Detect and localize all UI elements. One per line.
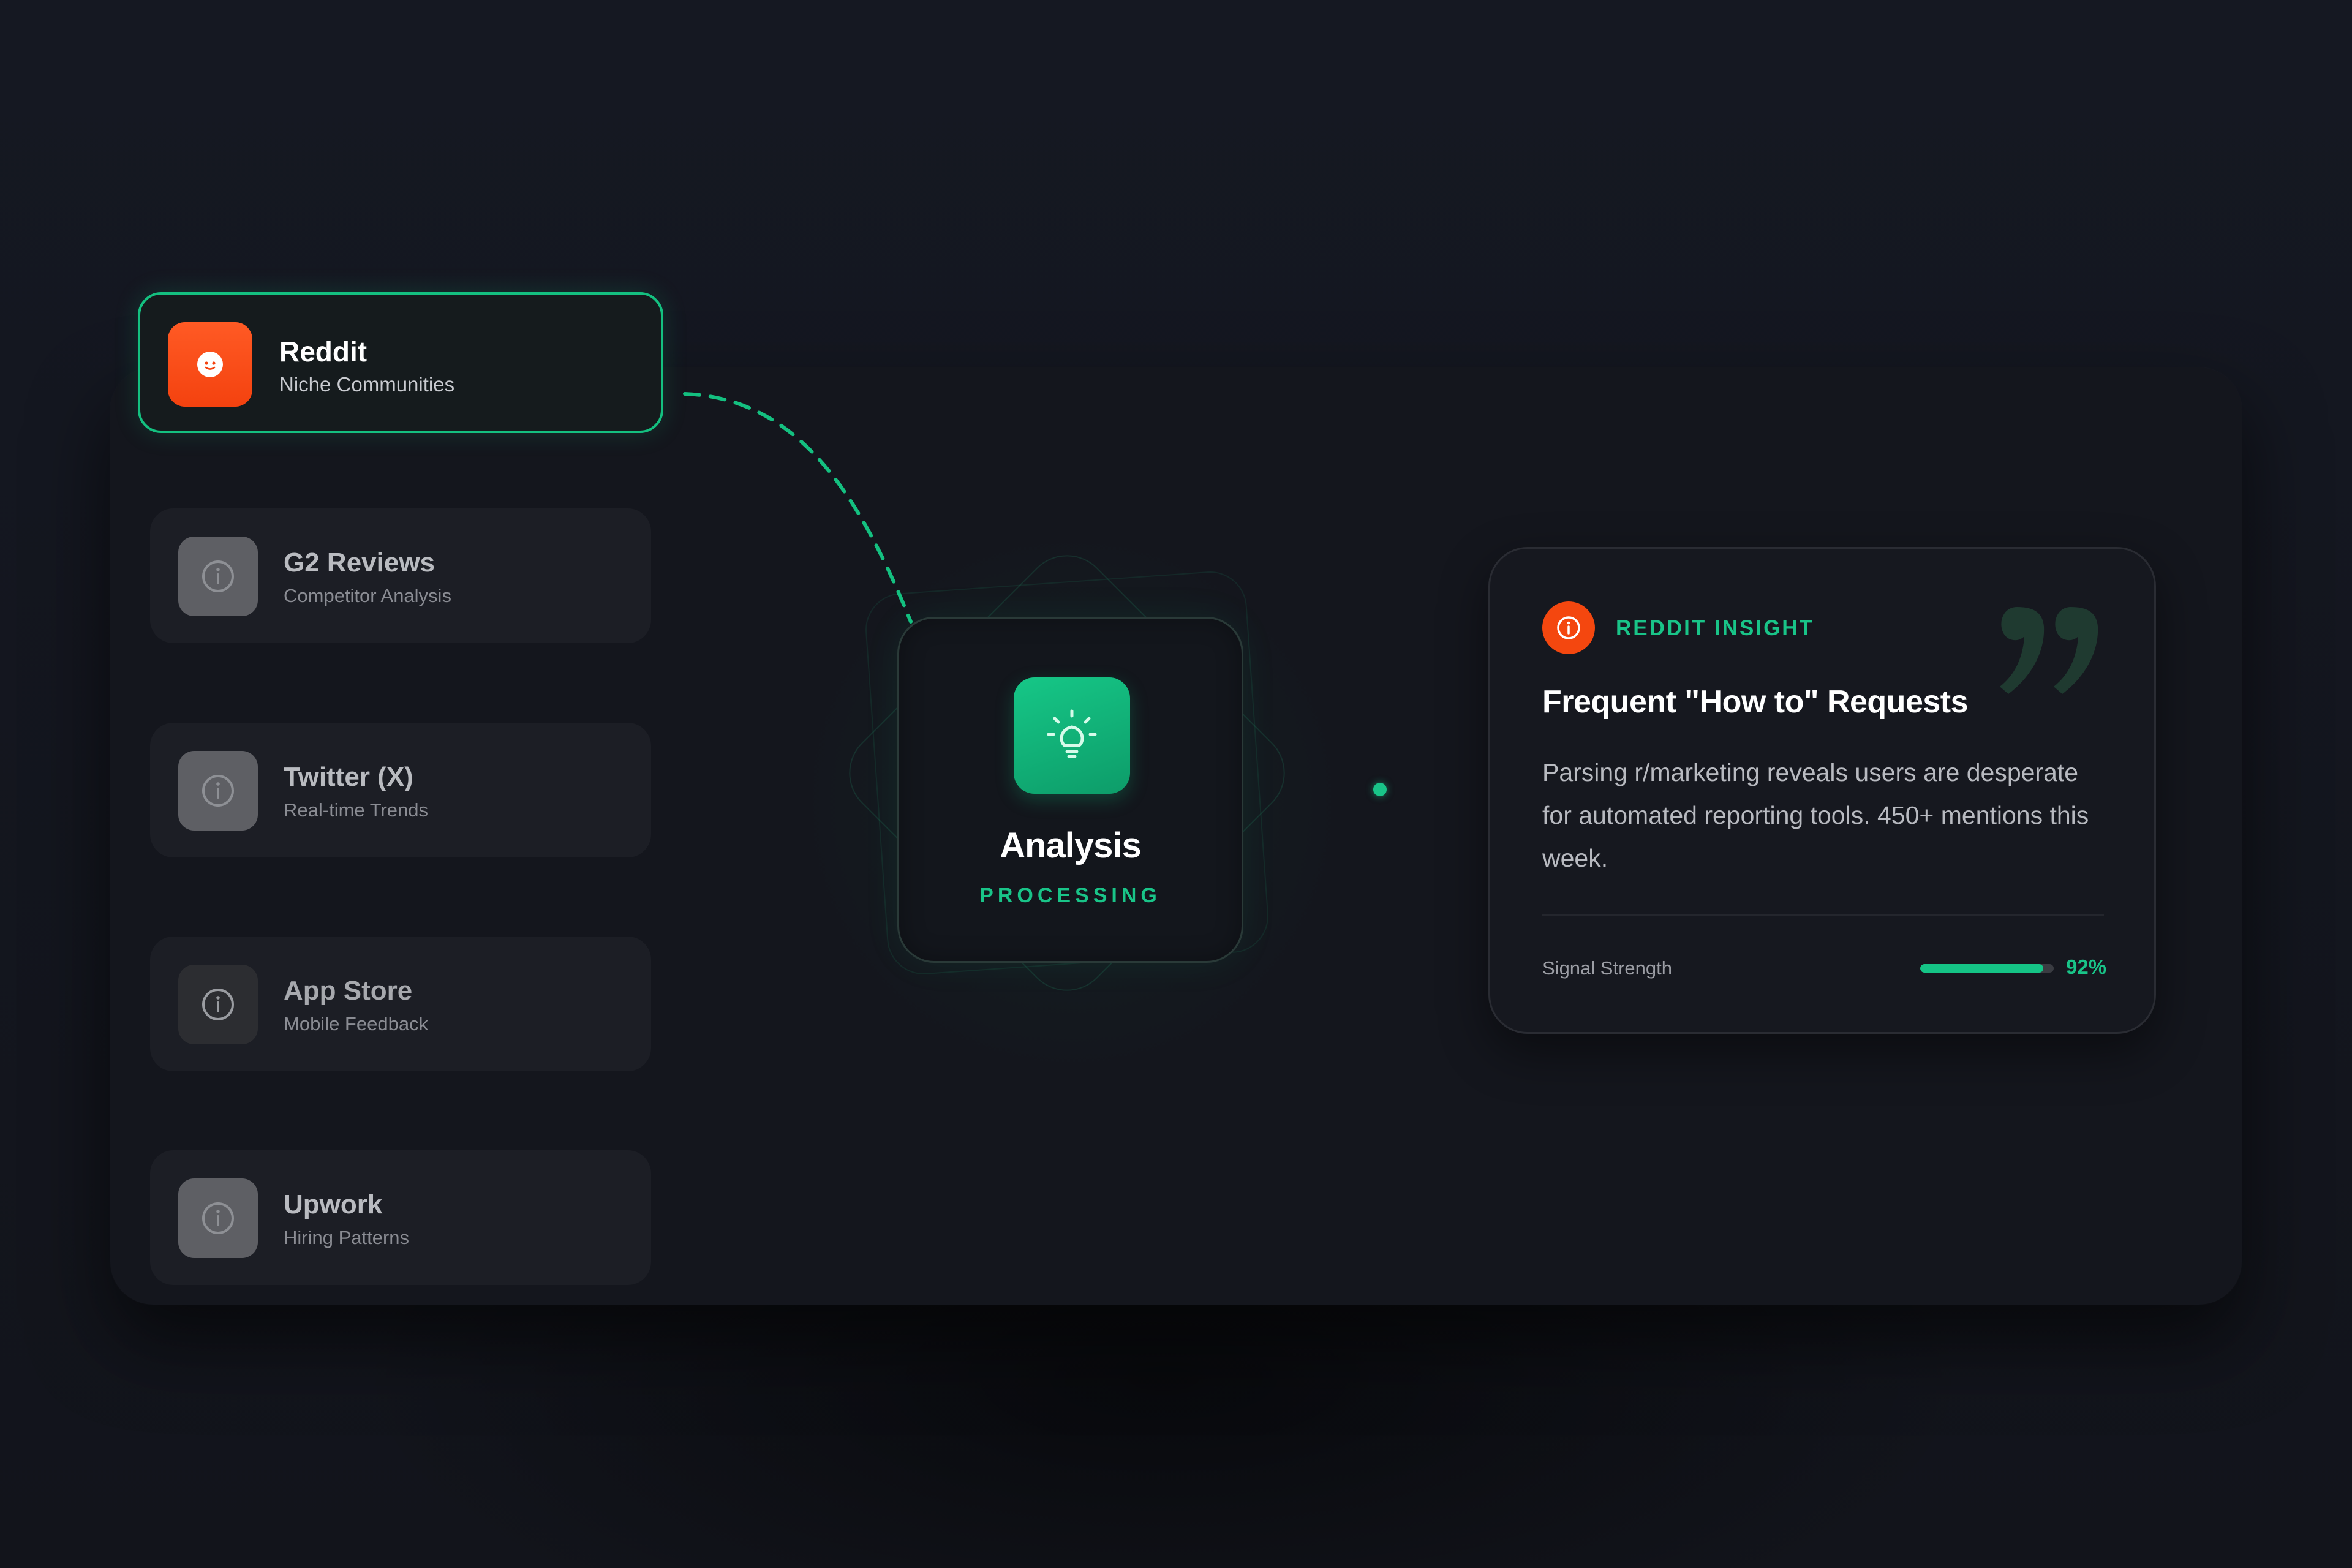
info-icon bbox=[178, 965, 258, 1044]
analysis-node[interactable]: Analysis PROCESSING bbox=[897, 617, 1243, 963]
reddit-icon bbox=[168, 322, 252, 407]
insight-body: Parsing r/marketing reveals users are de… bbox=[1542, 758, 2089, 872]
source-subtitle: Competitor Analysis bbox=[284, 585, 451, 606]
divider bbox=[1542, 914, 2104, 916]
flow-dot bbox=[1373, 783, 1387, 796]
source-subtitle: Hiring Patterns bbox=[284, 1227, 410, 1248]
source-title: Upwork bbox=[284, 1189, 383, 1219]
source-title: G2 Reviews bbox=[284, 548, 435, 578]
source-card-app-store[interactable]: App Store Mobile Feedback bbox=[150, 937, 651, 1071]
insight-card[interactable]: REDDIT INSIGHT Frequent "How to" Request… bbox=[1488, 547, 2156, 1034]
quote-icon bbox=[1992, 595, 2109, 708]
lightbulb-icon bbox=[1014, 677, 1130, 794]
source-card-upwork[interactable]: Upwork Hiring Patterns bbox=[150, 1150, 651, 1285]
info-icon bbox=[178, 751, 258, 831]
signal-strength-bar bbox=[1920, 964, 2054, 973]
insight-label: REDDIT INSIGHT bbox=[1616, 616, 1814, 640]
source-subtitle: Mobile Feedback bbox=[284, 1013, 429, 1035]
signal-strength-fill bbox=[1920, 964, 2043, 973]
info-icon bbox=[1542, 601, 1595, 654]
insight-headline: Frequent "How to" Requests bbox=[1542, 684, 1969, 720]
info-icon bbox=[178, 1178, 258, 1258]
canvas: Reddit Niche Communities G2 Reviews Comp… bbox=[0, 0, 2352, 1568]
analysis-status: PROCESSING bbox=[979, 884, 1161, 907]
signal-strength-label: Signal Strength bbox=[1542, 957, 1672, 979]
source-card-g2-reviews[interactable]: G2 Reviews Competitor Analysis bbox=[150, 508, 651, 643]
source-title: Reddit bbox=[279, 336, 368, 368]
signal-strength-value: 92% bbox=[2066, 956, 2107, 978]
info-icon bbox=[178, 537, 258, 616]
source-card-twitter[interactable]: Twitter (X) Real-time Trends bbox=[150, 723, 651, 858]
source-title: App Store bbox=[284, 976, 413, 1006]
source-card-reddit[interactable]: Reddit Niche Communities bbox=[138, 292, 663, 433]
source-title: Twitter (X) bbox=[284, 762, 413, 792]
analysis-title: Analysis bbox=[1000, 826, 1142, 865]
source-subtitle: Niche Communities bbox=[279, 373, 455, 396]
source-subtitle: Real-time Trends bbox=[284, 799, 429, 821]
